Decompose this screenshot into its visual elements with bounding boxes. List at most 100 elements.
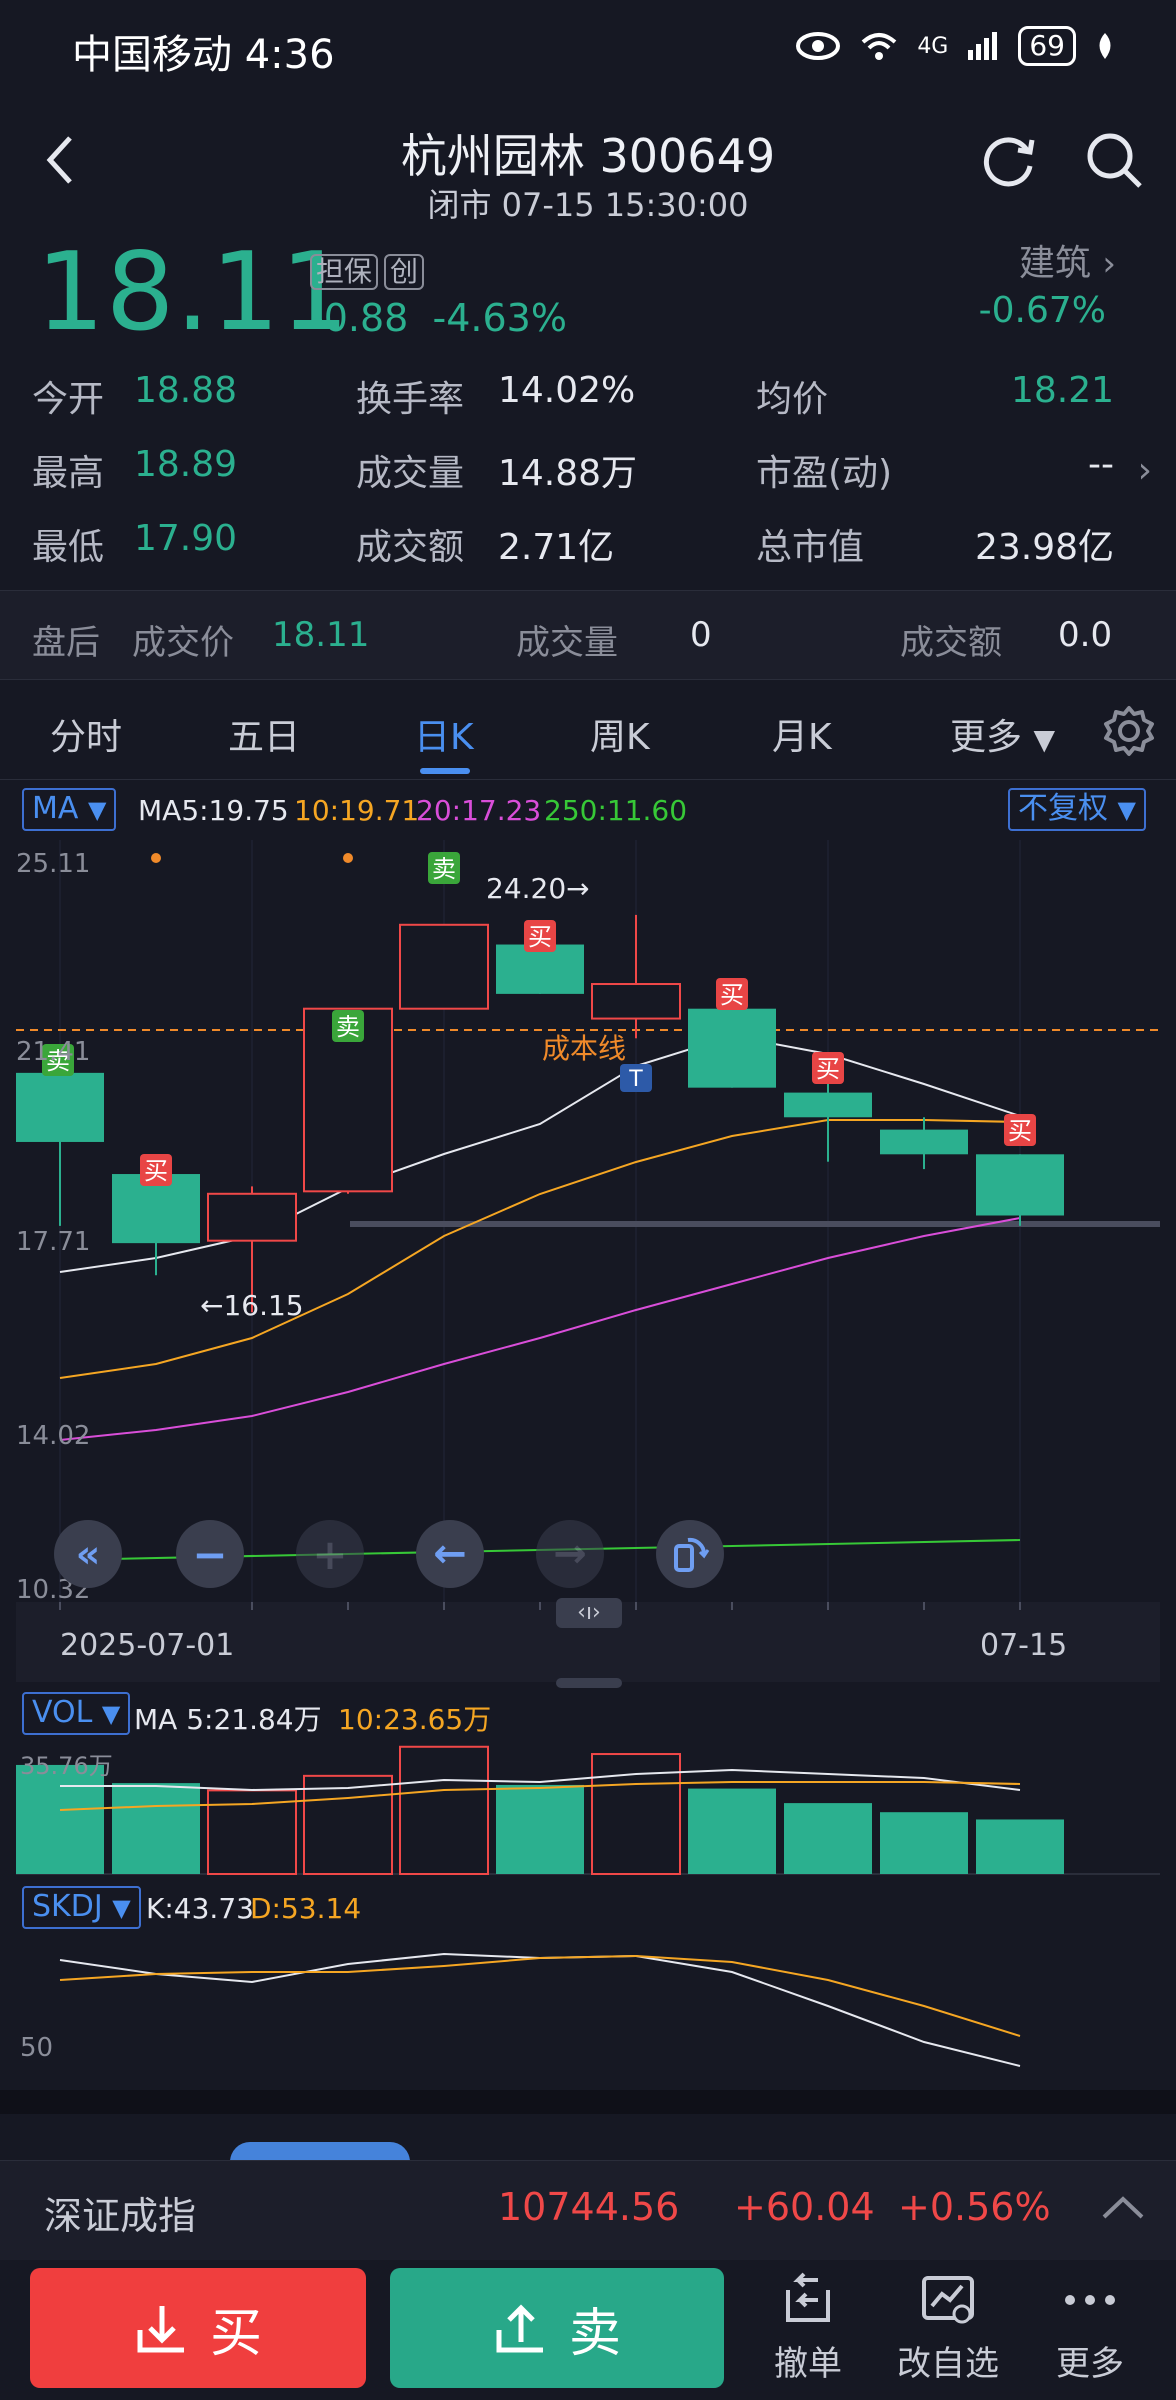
price-change: -0.88 -4.63% xyxy=(310,296,567,340)
divider xyxy=(0,2090,1176,2114)
search-button[interactable] xyxy=(1084,130,1144,190)
skdj-k: K:43.73 xyxy=(146,1892,254,1925)
resize-handle[interactable] xyxy=(556,1678,622,1688)
ma250-value: 250:11.60 xyxy=(544,794,688,827)
svg-text:卖: 卖 xyxy=(432,855,456,883)
svg-text:买: 买 xyxy=(1008,1117,1032,1145)
scroll-start-button[interactable]: « xyxy=(54,1520,122,1588)
carrier-time: 中国移动 4:36 xyxy=(72,32,335,78)
double-chevron-left-icon: « xyxy=(75,1532,101,1576)
settings-button[interactable] xyxy=(1102,704,1156,762)
candle-body xyxy=(784,1092,872,1118)
event-dot xyxy=(151,853,161,863)
ma10-line xyxy=(59,1119,1021,1379)
chevron-up-icon[interactable] xyxy=(1100,2189,1146,2225)
tab-more-label: 更多 xyxy=(950,717,1023,758)
candle-body xyxy=(880,1129,968,1155)
buy-mark: 买 xyxy=(812,1052,844,1084)
stat-label: 最低 xyxy=(32,527,105,568)
network-label: 4G xyxy=(917,33,949,59)
svg-text:买: 买 xyxy=(720,981,744,1009)
vol-ma10: 10:23.65万 xyxy=(338,1703,492,1736)
tab-intraday[interactable]: 分时 xyxy=(50,708,122,760)
zoom-in-button[interactable]: + xyxy=(296,1520,364,1588)
stat-label: 今开 xyxy=(32,379,105,420)
tab-weekly-k[interactable]: 周K xyxy=(590,708,650,760)
candle-body xyxy=(976,1154,1064,1216)
volume-bar xyxy=(880,1812,968,1874)
y-label: 21.41 xyxy=(16,1037,90,1067)
stat-value: 18.88 xyxy=(134,370,238,411)
svg-text:卖: 卖 xyxy=(336,1013,360,1041)
refresh-button[interactable] xyxy=(980,130,1040,190)
tab-daily-k[interactable]: 日K xyxy=(414,708,474,760)
plus-icon: + xyxy=(312,1529,348,1579)
cost-line-label: 成本线 xyxy=(542,1032,626,1065)
index-change: +60.04 xyxy=(734,2185,875,2229)
header: 杭州园林 300649 闭市 07-15 15:30:00 xyxy=(0,110,1176,224)
skdj-chart[interactable]: 50 xyxy=(0,1930,1176,2090)
action-bar: 买 卖 撤单 改自选 更多 xyxy=(0,2260,1176,2400)
volume-bar xyxy=(784,1803,872,1874)
caret-down-icon: ▼ xyxy=(1117,796,1137,824)
buy-mark: 买 xyxy=(140,1154,172,1186)
scroll-right-button[interactable]: → xyxy=(536,1520,604,1588)
kline-chart[interactable]: 卖 买 卖 卖 买 T 买 买 买 24.20→ ←16.15 成本线 25.1… xyxy=(0,840,1176,1620)
edit-watchlist-button[interactable]: 改自选 xyxy=(888,2270,1008,2390)
ma-select[interactable]: MA ▼ xyxy=(22,788,117,831)
sell-button[interactable]: 卖 xyxy=(390,2268,724,2388)
candle-body xyxy=(399,923,489,1010)
volume-bar xyxy=(496,1784,584,1874)
after-amount-label: 成交额 xyxy=(900,623,1002,663)
ma20-line xyxy=(59,1217,1021,1441)
more-button[interactable]: 更多 xyxy=(1030,2270,1150,2390)
chevron-right-icon: › xyxy=(1102,244,1116,284)
cancel-order-button[interactable]: 撤单 xyxy=(748,2270,868,2390)
buy-button[interactable]: 买 xyxy=(30,2268,366,2388)
rotate-icon xyxy=(674,1537,710,1572)
skdj-select-label: SKDJ xyxy=(32,1889,103,1924)
tab-five-day[interactable]: 五日 xyxy=(228,708,300,760)
tab-monthly-k[interactable]: 月K xyxy=(772,708,832,760)
scroll-left-button[interactable]: ← xyxy=(416,1520,484,1588)
ma10-value: 10:19.71 xyxy=(294,794,420,827)
caret-down-icon: ▼ xyxy=(112,1894,131,1922)
candle-body xyxy=(688,1008,776,1088)
stat-label: 市盈(动) xyxy=(756,453,893,494)
last-price: 18.11 xyxy=(36,230,351,355)
stat-value: 18.89 xyxy=(134,444,238,485)
candle-body xyxy=(591,983,681,1020)
margin-tag: 担保 xyxy=(310,254,379,290)
zoom-out-button[interactable]: − xyxy=(176,1520,244,1588)
volume-bar xyxy=(112,1783,200,1874)
volume-bar xyxy=(16,1764,104,1874)
skdj-select[interactable]: SKDJ ▼ xyxy=(22,1886,141,1929)
sector-link[interactable]: 建筑 › xyxy=(1019,234,1116,286)
caret-down-icon: ▼ xyxy=(87,796,107,824)
t-mark: T xyxy=(620,1064,652,1092)
y-label: 14.02 xyxy=(16,1421,90,1451)
after-price: 18.11 xyxy=(272,615,370,655)
rotate-button[interactable] xyxy=(656,1520,724,1588)
buy-label: 买 xyxy=(209,2303,262,2364)
arrow-right-icon: → xyxy=(553,1531,587,1577)
chevron-right-icon[interactable]: › xyxy=(1138,450,1152,491)
change-percent: -4.63% xyxy=(432,296,567,340)
buy-mark: 买 xyxy=(716,978,748,1010)
index-name: 深证成指 xyxy=(44,2194,197,2238)
pan-handle[interactable]: ‹ı› xyxy=(556,1598,622,1628)
svg-text:T: T xyxy=(628,1067,643,1092)
index-ticker[interactable]: 深证成指 10744.56 +60.04 +0.56% xyxy=(0,2160,1176,2260)
tab-more[interactable]: 更多 ▼ xyxy=(950,708,1055,760)
vol-select[interactable]: VOL ▼ xyxy=(22,1692,131,1735)
active-tab-indicator xyxy=(420,768,470,774)
volume-chart[interactable]: 35.76万 xyxy=(0,1740,1176,1876)
sector-change: -0.67% xyxy=(978,290,1106,331)
status-icons: 4G 69 xyxy=(795,26,1116,66)
caret-down-icon: ▼ xyxy=(1033,723,1056,756)
after-price-label: 成交价 xyxy=(132,623,234,663)
adjust-select[interactable]: 不复权 ▼ xyxy=(1008,788,1147,831)
cancel-order-icon xyxy=(786,2272,830,2322)
low-annotation: ←16.15 xyxy=(200,1289,304,1322)
after-volume-label: 成交量 xyxy=(516,623,618,663)
